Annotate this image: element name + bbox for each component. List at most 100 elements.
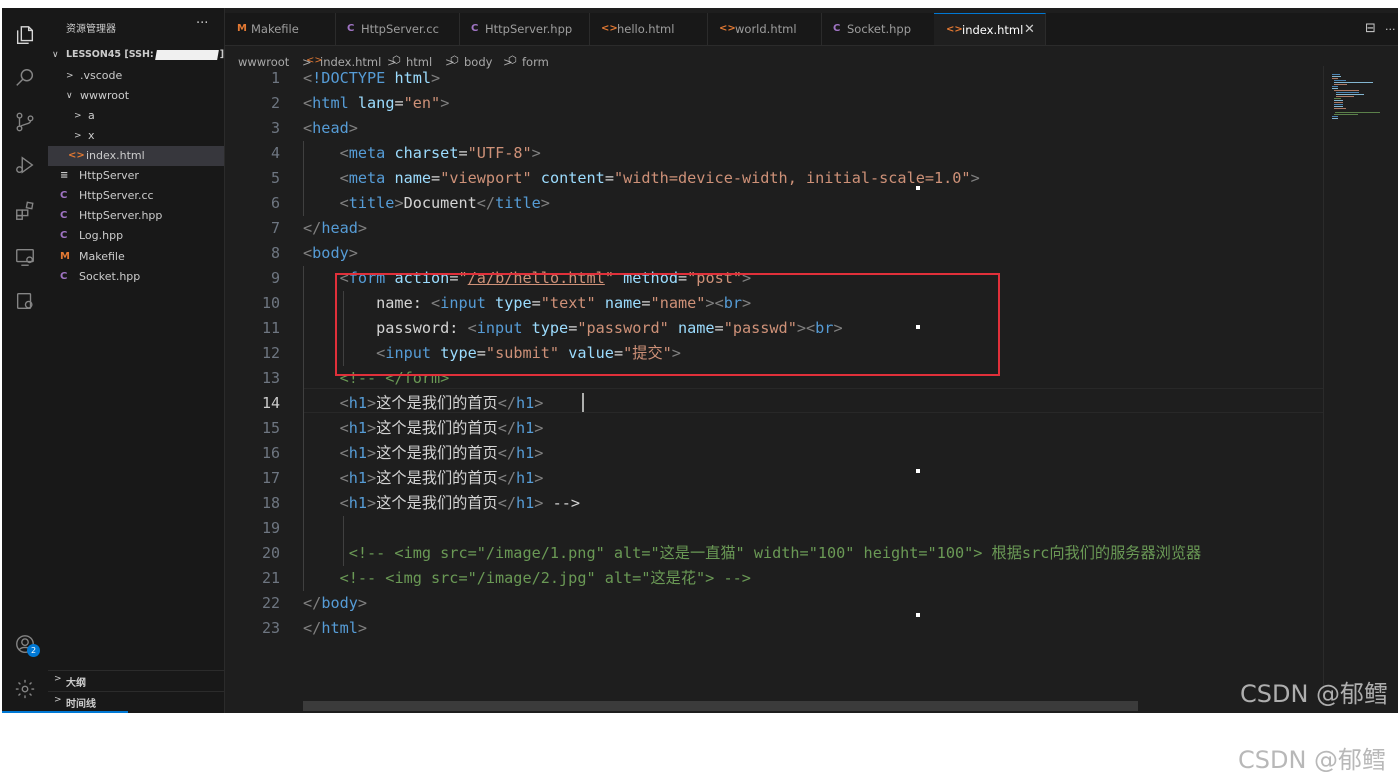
line-number: 9 — [270, 269, 280, 287]
minimap-line — [1334, 108, 1346, 109]
line-number: 20 — [261, 544, 280, 562]
code-line: <h1>这个是我们的首页</h1> — [339, 469, 544, 487]
element-icon: ⬡ — [508, 55, 517, 66]
tab-label: index.html — [962, 23, 1024, 37]
chevron-right-icon: > — [74, 131, 82, 141]
code-line: </head> — [303, 219, 368, 237]
makefile-icon: M — [60, 251, 70, 262]
tree-item-label: index.html — [86, 149, 145, 162]
minimap-line — [1334, 90, 1359, 91]
tab-makefile[interactable]: M Makefile — [225, 13, 336, 45]
workspace-root-suffix: ] — [219, 49, 225, 60]
line-number: 11 — [261, 319, 280, 337]
minimap-line — [1332, 74, 1341, 75]
chevron-right-icon: > — [54, 674, 62, 684]
remote-settings-icon[interactable] — [12, 288, 38, 314]
tab-world-html[interactable]: <> world.html — [707, 13, 822, 45]
tree-item-httpserver-hpp[interactable]: C HttpServer.hpp — [48, 206, 224, 226]
tab-label: HttpServer.cc — [361, 22, 439, 36]
tree-item-x[interactable]: > x — [48, 126, 224, 146]
html-file-icon: <> — [601, 23, 618, 34]
code-line: <!-- <img src="/image/1.png" alt="这是一直猫"… — [348, 544, 1202, 562]
code-line: </html> — [303, 619, 368, 637]
explorer-more-actions-icon[interactable]: ··· — [196, 16, 208, 31]
line-number: 21 — [261, 569, 280, 587]
tree-item-httpserver-cc[interactable]: C HttpServer.cc — [48, 186, 224, 206]
element-icon: ⬡ — [392, 55, 401, 66]
line-number: 19 — [261, 519, 280, 537]
minimap-line — [1334, 104, 1344, 105]
tree-item-label: a — [88, 109, 95, 122]
line-number: 3 — [270, 119, 280, 137]
workspace-root-label: LESSON45 [SSH: — [66, 49, 154, 60]
tree-item-a[interactable]: > a — [48, 106, 224, 126]
workspace-root[interactable]: ∨ LESSON45 [SSH:] — [48, 45, 224, 65]
minimap-line — [1334, 82, 1373, 83]
minimap-line — [1332, 78, 1338, 79]
code-line: <h1>这个是我们的首页</h1> — [339, 444, 544, 462]
tree-item-index-html[interactable]: <> index.html — [48, 146, 224, 166]
tree-item-label: HttpServer — [79, 169, 139, 182]
cpp-file-icon: C — [60, 210, 68, 221]
tab-label: Socket.hpp — [847, 22, 912, 36]
close-icon[interactable]: ✕ — [1024, 14, 1035, 46]
line-number: 12 — [261, 344, 280, 362]
horizontal-scrollbar[interactable] — [303, 701, 1138, 711]
tree-item-label: Socket.hpp — [79, 270, 141, 283]
editor-more-actions-icon[interactable]: ··· — [1385, 23, 1396, 36]
code-line: <h1>这个是我们的首页</h1> — [339, 419, 544, 437]
code-line: <meta charset="UTF-8"> — [339, 144, 541, 162]
tree-item-makefile[interactable]: M Makefile — [48, 247, 224, 267]
cpp-file-icon: C — [347, 23, 355, 34]
line-number: 8 — [270, 244, 280, 262]
artifact-dot — [916, 613, 920, 617]
tab-hello-html[interactable]: <> hello.html — [589, 13, 708, 45]
tab-label: hello.html — [617, 22, 675, 36]
minimap-line — [1334, 114, 1358, 115]
code-editor[interactable]: <!DOCTYPE html> <html lang="en"> <head> <m… — [303, 66, 1323, 706]
code-line: <body> — [303, 244, 358, 262]
tree-item-socket-hpp[interactable]: C Socket.hpp — [48, 267, 224, 287]
tree-item-log-hpp[interactable]: C Log.hpp — [48, 226, 224, 246]
cpp-file-icon: C — [60, 190, 68, 201]
minimap-line — [1336, 94, 1365, 95]
vscode-window: 2 资源管理器 ··· ∨ LESSON45 [SSH:] > .vscode ∨ w… — [2, 8, 1398, 713]
tree-item-wwwroot[interactable]: ∨ wwwroot — [48, 86, 224, 106]
code-line: <!DOCTYPE html> — [303, 69, 441, 87]
minimap-line — [1334, 80, 1347, 81]
code-line: </body> — [303, 594, 368, 612]
tree-item-label: Makefile — [79, 250, 125, 263]
line-number: 10 — [261, 294, 280, 312]
tree-item-label: HttpServer.hpp — [79, 209, 163, 222]
line-number: 16 — [261, 444, 280, 462]
extensions-icon[interactable] — [12, 198, 38, 224]
chevron-down-icon: ∨ — [52, 50, 59, 60]
minimap-line — [1332, 76, 1341, 77]
element-icon: ⬡ — [450, 55, 459, 66]
search-icon[interactable] — [12, 65, 38, 91]
explorer-icon[interactable] — [12, 22, 38, 48]
tab-httpserver-cc[interactable]: C HttpServer.cc — [335, 13, 460, 45]
tab-httpserver-hpp[interactable]: C HttpServer.hpp — [459, 13, 590, 45]
run-debug-icon[interactable] — [12, 152, 38, 178]
tree-item--vscode[interactable]: > .vscode — [48, 66, 224, 86]
minimap[interactable] — [1323, 66, 1398, 706]
remote-explorer-icon[interactable] — [12, 244, 38, 270]
code-line: <h1>这个是我们的首页</h1> --> — [339, 494, 581, 512]
line-number: 6 — [270, 194, 280, 212]
outline-section[interactable]: > 大纲 — [48, 670, 224, 691]
source-control-icon[interactable] — [12, 109, 38, 135]
manage-gear-icon[interactable] — [12, 676, 38, 702]
tree-item-label: .vscode — [80, 69, 123, 82]
tab-socket-hpp[interactable]: C Socket.hpp — [821, 13, 935, 45]
line-number: 13 — [261, 369, 280, 387]
html-file-icon: <> — [68, 150, 85, 161]
minimap-line — [1334, 106, 1344, 107]
minimap-line — [1334, 102, 1344, 103]
tree-item-httpserver[interactable]: ≡ HttpServer — [48, 166, 224, 186]
chevron-right-icon: > — [54, 695, 62, 705]
timeline-section[interactable]: > 时间线 — [48, 691, 224, 712]
split-editor-icon[interactable]: ⊟ — [1365, 21, 1376, 36]
explorer-sidebar: 资源管理器 ··· ∨ LESSON45 [SSH:] > .vscode ∨ www… — [48, 8, 225, 713]
tab-index-html[interactable]: <> index.html ✕ — [934, 13, 1046, 45]
